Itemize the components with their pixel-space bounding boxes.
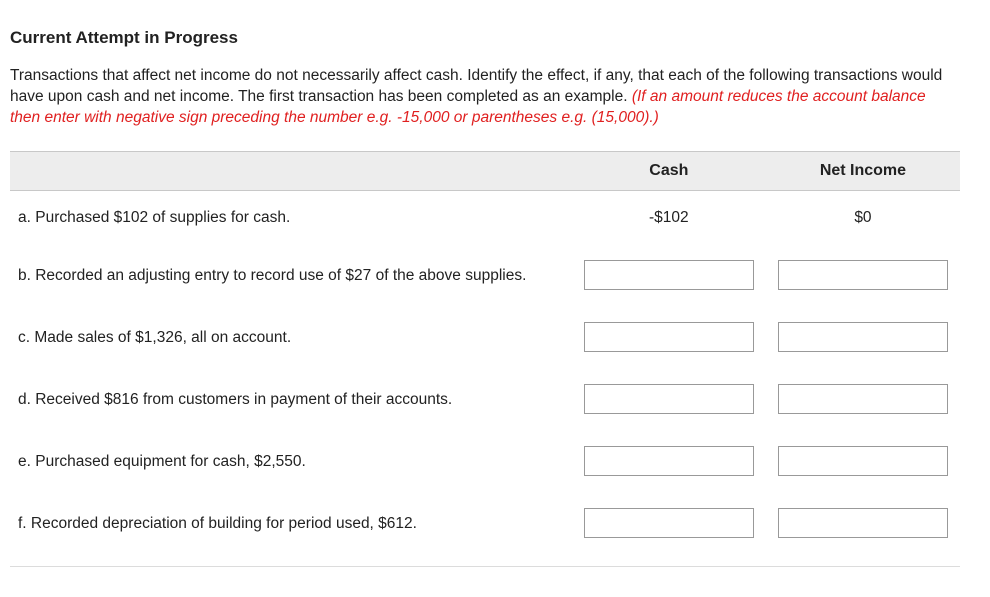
row-netincome-cell [766, 492, 960, 554]
row-netincome-cell [766, 430, 960, 492]
row-netincome-cell [766, 368, 960, 430]
row-netincome-input[interactable] [778, 322, 948, 352]
row-netincome-cell: $0 [766, 190, 960, 244]
header-blank [10, 151, 572, 190]
row-cash-input[interactable] [584, 384, 754, 414]
row-cash-cell [572, 244, 766, 306]
header-cash: Cash [572, 151, 766, 190]
header-net-income: Net Income [766, 151, 960, 190]
row-netincome-input[interactable] [778, 260, 948, 290]
row-cash-input[interactable] [584, 508, 754, 538]
table-row: f. Recorded depreciation of building for… [10, 492, 960, 554]
table-row: e. Purchased equipment for cash, $2,550. [10, 430, 960, 492]
table-row: d. Received $816 from customers in payme… [10, 368, 960, 430]
row-cash-cell [572, 430, 766, 492]
row-label: a. Purchased $102 of supplies for cash. [10, 190, 572, 244]
question-container: Current Attempt in Progress Transactions… [0, 0, 990, 597]
bottom-divider [10, 566, 960, 567]
row-cash-cell [572, 368, 766, 430]
instructions-block: Transactions that affect net income do n… [10, 66, 960, 129]
row-label: e. Purchased equipment for cash, $2,550. [10, 430, 572, 492]
table-row: c. Made sales of $1,326, all on account. [10, 306, 960, 368]
row-label: c. Made sales of $1,326, all on account. [10, 306, 572, 368]
row-label: f. Recorded depreciation of building for… [10, 492, 572, 554]
row-netincome-input[interactable] [778, 508, 948, 538]
row-netincome-cell [766, 306, 960, 368]
transactions-table: Cash Net Income a. Purchased $102 of sup… [10, 151, 960, 555]
row-label: b. Recorded an adjusting entry to record… [10, 244, 572, 306]
row-cash-cell [572, 492, 766, 554]
row-netincome-value: $0 [854, 209, 871, 227]
row-cash-cell [572, 306, 766, 368]
row-cash-input[interactable] [584, 260, 754, 290]
row-label: d. Received $816 from customers in payme… [10, 368, 572, 430]
table-header-row: Cash Net Income [10, 151, 960, 190]
table-row: a. Purchased $102 of supplies for cash. … [10, 190, 960, 244]
row-cash-value: -$102 [649, 209, 689, 227]
row-netincome-input[interactable] [778, 384, 948, 414]
row-cash-input[interactable] [584, 446, 754, 476]
row-netincome-cell [766, 244, 960, 306]
table-row: b. Recorded an adjusting entry to record… [10, 244, 960, 306]
row-cash-input[interactable] [584, 322, 754, 352]
row-cash-cell: -$102 [572, 190, 766, 244]
row-netincome-input[interactable] [778, 446, 948, 476]
attempt-heading: Current Attempt in Progress [10, 28, 960, 48]
